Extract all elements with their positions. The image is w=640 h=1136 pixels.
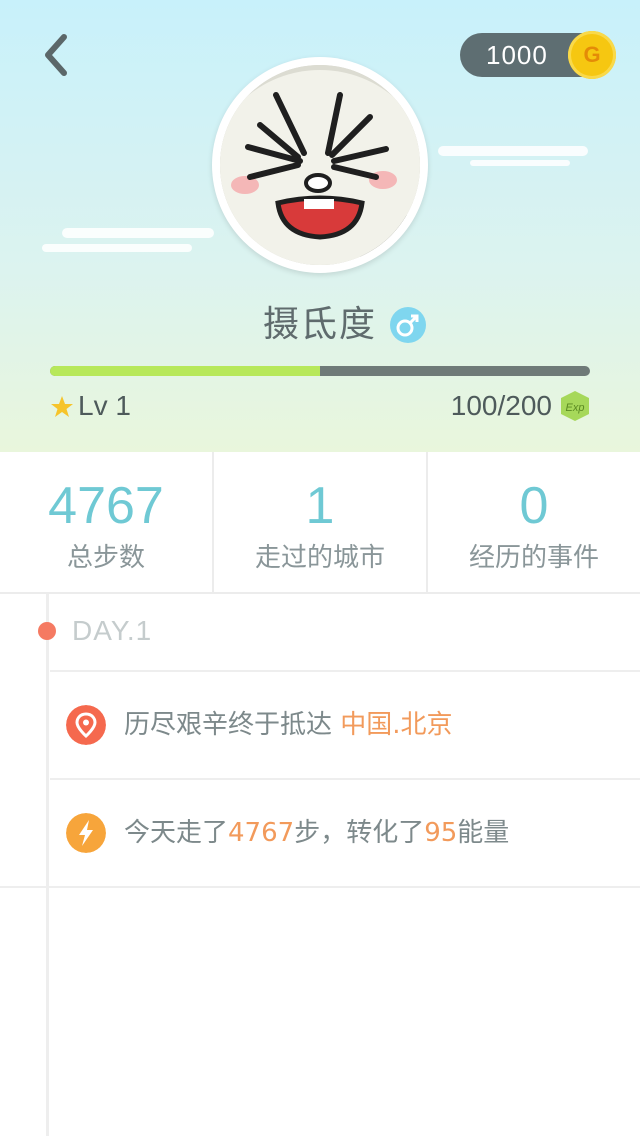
event-prefix: 历尽艰辛终于抵达 <box>124 710 341 740</box>
level-label: Lv 1 <box>78 390 131 421</box>
stat-value: 0 <box>519 477 549 535</box>
stats-panel: 4767 总步数 1 走过的城市 0 经历的事件 <box>0 452 640 594</box>
stat-value: 1 <box>305 477 335 535</box>
exp-value: 100/200 <box>450 390 552 421</box>
stat-cities[interactable]: 1 走过的城市 <box>214 452 426 592</box>
stat-events[interactable]: 0 经历的事件 <box>428 452 640 592</box>
stat-value: 4767 <box>48 477 164 535</box>
event-text: 今天走了4767步，转化了95能量 <box>124 813 509 853</box>
city-name: 中国.北京 <box>340 710 453 740</box>
coin-letter: G <box>583 42 601 67</box>
event-text-part: 今天走了 <box>124 818 229 848</box>
event-text-part: 能量 <box>457 818 510 848</box>
username: 摄氐度 <box>262 304 377 345</box>
cloud-decoration <box>438 146 588 156</box>
male-icon <box>390 307 426 343</box>
exp-progress-bar <box>50 366 590 376</box>
avatar-image <box>220 65 420 265</box>
event-text: 历尽艰辛终于抵达 中国.北京 <box>124 705 453 745</box>
day-label: DAY.1 <box>72 615 153 646</box>
stat-total-steps[interactable]: 4767 总步数 <box>0 452 212 592</box>
divider <box>0 886 640 888</box>
star-icon <box>51 396 73 417</box>
gold-coin-icon: G <box>568 31 616 79</box>
exp-badge-icon: Exp <box>561 391 589 421</box>
location-pin-icon <box>66 705 106 745</box>
energy-count: 95 <box>424 818 458 848</box>
cloud-decoration <box>62 228 214 238</box>
cloud-decoration <box>42 244 192 252</box>
stat-label: 经历的事件 <box>468 543 599 573</box>
steps-count: 4767 <box>228 818 295 848</box>
chevron-left-icon <box>45 34 67 76</box>
list-item[interactable]: 历尽艰辛终于抵达 中国.北京 <box>50 672 640 778</box>
cartoon-face-icon <box>220 65 420 265</box>
stat-label: 走过的城市 <box>254 543 385 573</box>
event-text-part: 步，转化了 <box>294 818 425 848</box>
avatar[interactable] <box>212 57 428 273</box>
exp-progress-fill <box>50 366 320 376</box>
timeline-dot <box>38 622 56 640</box>
cloud-decoration <box>470 160 570 166</box>
lightning-icon <box>66 813 106 853</box>
coin-count: 1000 <box>486 40 548 70</box>
list-item[interactable]: 今天走了4767步，转化了95能量 <box>50 780 640 886</box>
stat-label: 总步数 <box>66 543 145 573</box>
back-button[interactable] <box>30 30 80 80</box>
profile-header: 1000 G 摄氐度 Lv 1 100/200 Exp <box>0 0 640 452</box>
svg-text:Exp: Exp <box>566 402 585 414</box>
timeline-line <box>46 594 49 1136</box>
